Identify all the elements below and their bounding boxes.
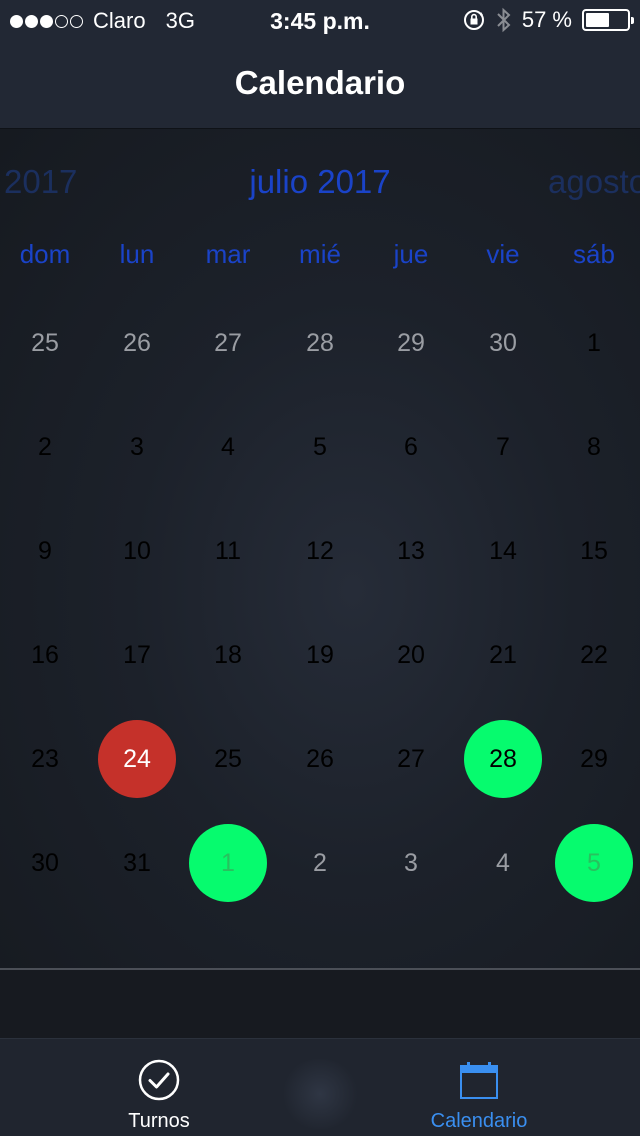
calendar-day[interactable]: 5 xyxy=(281,408,359,486)
battery-icon xyxy=(582,9,634,31)
calendar-day[interactable]: 26 xyxy=(281,720,359,798)
tab-turnos-label: Turnos xyxy=(128,1110,190,1132)
calendar-day[interactable]: 4 xyxy=(464,824,542,902)
calendar-day[interactable]: 25 xyxy=(189,720,267,798)
calendar-day[interactable]: 1 xyxy=(189,824,267,902)
calendar-day[interactable]: 26 xyxy=(98,304,176,382)
calendar-day[interactable]: 6 xyxy=(372,408,450,486)
calendar-day[interactable]: 30 xyxy=(6,824,84,902)
calendar-day[interactable]: 14 xyxy=(464,512,542,590)
calendar-day[interactable]: 1 xyxy=(555,304,633,382)
calendar-day[interactable]: 12 xyxy=(281,512,359,590)
calendar-day[interactable]: 27 xyxy=(189,304,267,382)
tab-calendario[interactable]: Calendario xyxy=(379,1039,579,1136)
calendar-day[interactable]: 13 xyxy=(372,512,450,590)
weekday-label: mié xyxy=(299,239,341,269)
calendar-day[interactable]: 9 xyxy=(6,512,84,590)
battery-fill xyxy=(586,13,609,27)
calendar-day[interactable]: 4 xyxy=(189,408,267,486)
tab-turnos[interactable]: Turnos xyxy=(59,1039,259,1136)
calendar-day[interactable]: 16 xyxy=(6,616,84,694)
calendar-day[interactable]: 29 xyxy=(555,720,633,798)
weekday-label: dom xyxy=(19,239,71,269)
calendar-day[interactable]: 27 xyxy=(372,720,450,798)
navigation-bar: Calendario xyxy=(0,40,640,129)
calendar-day[interactable]: 19 xyxy=(281,616,359,694)
tab-calendario-label: Calendario xyxy=(430,1110,528,1132)
calendar-day[interactable]: 3 xyxy=(98,408,176,486)
next-month-label[interactable]: agosto xyxy=(548,163,640,201)
weekday-label: mar xyxy=(205,239,251,269)
page-title: Calendario xyxy=(234,64,406,101)
events-area xyxy=(0,970,640,1038)
calendar-day[interactable]: 20 xyxy=(372,616,450,694)
weekday-label: vie xyxy=(486,239,520,269)
calendar-day[interactable]: 5 xyxy=(555,824,633,902)
weekday-header: dom lun mar mié jue vie sáb xyxy=(0,239,640,275)
calendar-day[interactable]: 21 xyxy=(464,616,542,694)
calendar-view[interactable]: 2017 julio 2017 agosto dom lun mar mié jue vi… xyxy=(0,129,640,968)
calendar-day[interactable]: 17 xyxy=(98,616,176,694)
calendar-day[interactable]: 22 xyxy=(555,616,633,694)
calendar-icon xyxy=(460,1062,498,1099)
calendar-day[interactable]: 30 xyxy=(464,304,542,382)
calendar-day[interactable]: 7 xyxy=(464,408,542,486)
orientation-lock-icon xyxy=(463,10,484,30)
battery-nub xyxy=(631,17,634,24)
weekday-label: lun xyxy=(119,239,155,269)
calendar-day[interactable]: 8 xyxy=(555,408,633,486)
calendar-day[interactable]: 2 xyxy=(281,824,359,902)
weekday-label: sáb xyxy=(573,239,615,269)
calendar-day[interactable]: 31 xyxy=(98,824,176,902)
status-bar: Claro 3G 3:45 p.m. 57 % xyxy=(0,0,640,40)
calendar-day[interactable]: 25 xyxy=(6,304,84,382)
month-header[interactable]: 2017 julio 2017 agosto xyxy=(0,159,640,203)
tab-bar: Turnos Calendario xyxy=(0,1038,640,1136)
calendar-day[interactable]: 23 xyxy=(6,720,84,798)
status-right: 57 % xyxy=(462,7,634,33)
battery-percent: 57 % xyxy=(521,7,572,32)
calendar-day[interactable]: 29 xyxy=(372,304,450,382)
calendar-day[interactable]: 2 xyxy=(6,408,84,486)
calendar-day[interactable]: 28 xyxy=(464,720,542,798)
current-month-label: julio 2017 xyxy=(249,163,391,200)
calendar-day[interactable]: 10 xyxy=(98,512,176,590)
calendar-day[interactable]: 24 xyxy=(98,720,176,798)
calendar-day[interactable]: 11 xyxy=(189,512,267,590)
weekday-label: jue xyxy=(393,239,429,269)
calendar-day[interactable]: 15 xyxy=(555,512,633,590)
checkmark-circle-icon xyxy=(138,1059,180,1101)
calendar-day[interactable]: 18 xyxy=(189,616,267,694)
calendar-day[interactable]: 3 xyxy=(372,824,450,902)
bluetooth-icon xyxy=(497,7,511,33)
tab-bar-highlight xyxy=(280,1059,360,1129)
calendar-day[interactable]: 28 xyxy=(281,304,359,382)
